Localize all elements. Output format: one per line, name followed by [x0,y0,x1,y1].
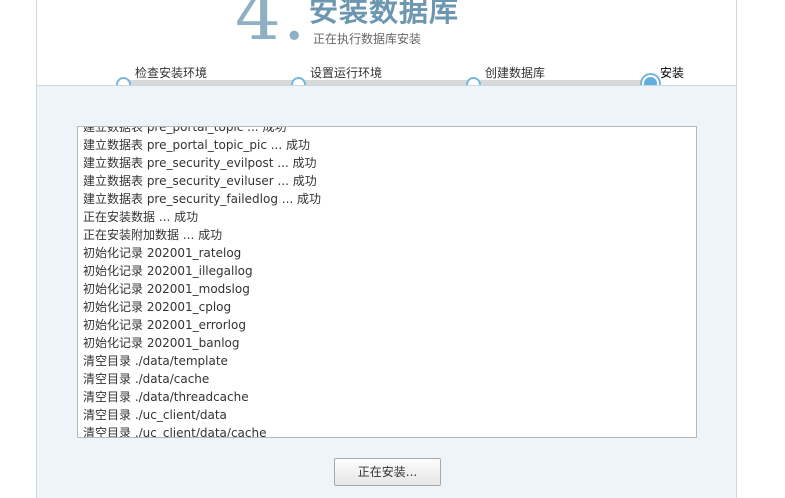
log-line: 初始化记录 202001_errorlog [83,318,246,332]
page-subtitle: 正在执行数据库安装 [313,32,422,46]
log-line: 建立数据表 pre_security_eviluser ... 成功 [83,174,317,188]
log-line: 正在安装附加数据 ... 成功 [83,228,223,242]
log-line: 建立数据表 pre_security_evilpost ... 成功 [83,156,317,170]
installer-window: 4. 安装数据库 正在执行数据库安装 检查安装环境 设置运行环境 创建数据库 安… [36,0,737,498]
log-line: 清空目录 ./uc_client/data [83,408,227,422]
log-line: 初始化记录 202001_ratelog [83,246,242,260]
step-number: 4. [235,0,308,56]
step-2-label: 设置运行环境 [310,66,383,80]
step-4-label: 安装 [660,66,685,80]
install-log-lines: 建立数据表 pre_portal_topic ... 成功 建立数据表 pre_… [83,126,696,438]
log-line: 建立数据表 pre_security_failedlog ... 成功 [83,192,322,206]
installer-header: 4. 安装数据库 正在执行数据库安装 检查安装环境 设置运行环境 创建数据库 安… [37,0,736,92]
log-line: 清空目录 ./uc_client/data/cache [83,426,267,438]
log-line: 正在安装数据 ... 成功 [83,210,199,224]
log-line: 初始化记录 202001_illegallog [83,264,253,278]
log-line: 初始化记录 202001_modslog [83,282,250,296]
install-log[interactable]: 建立数据表 pre_portal_topic ... 成功 建立数据表 pre_… [77,126,697,438]
log-line: 清空目录 ./data/cache [83,372,210,386]
log-line: 清空目录 ./data/template [83,354,228,368]
log-line: 清空目录 ./data/threadcache [83,390,249,404]
log-line: 建立数据表 pre_portal_topic_pic ... 成功 [83,138,310,152]
log-line: 初始化记录 202001_cplog [83,300,232,314]
step-1-label: 检查安装环境 [135,66,208,80]
install-progress-button[interactable]: 正在安装... [334,458,441,486]
log-line-partial: 建立数据表 pre_portal_topic ... 成功 [83,126,287,134]
step-3-label: 创建数据库 [485,66,546,80]
content-panel: 建立数据表 pre_portal_topic ... 成功 建立数据表 pre_… [37,86,736,498]
page-title: 安装数据库 [309,0,460,28]
log-line: 初始化记录 202001_banlog [83,336,240,350]
